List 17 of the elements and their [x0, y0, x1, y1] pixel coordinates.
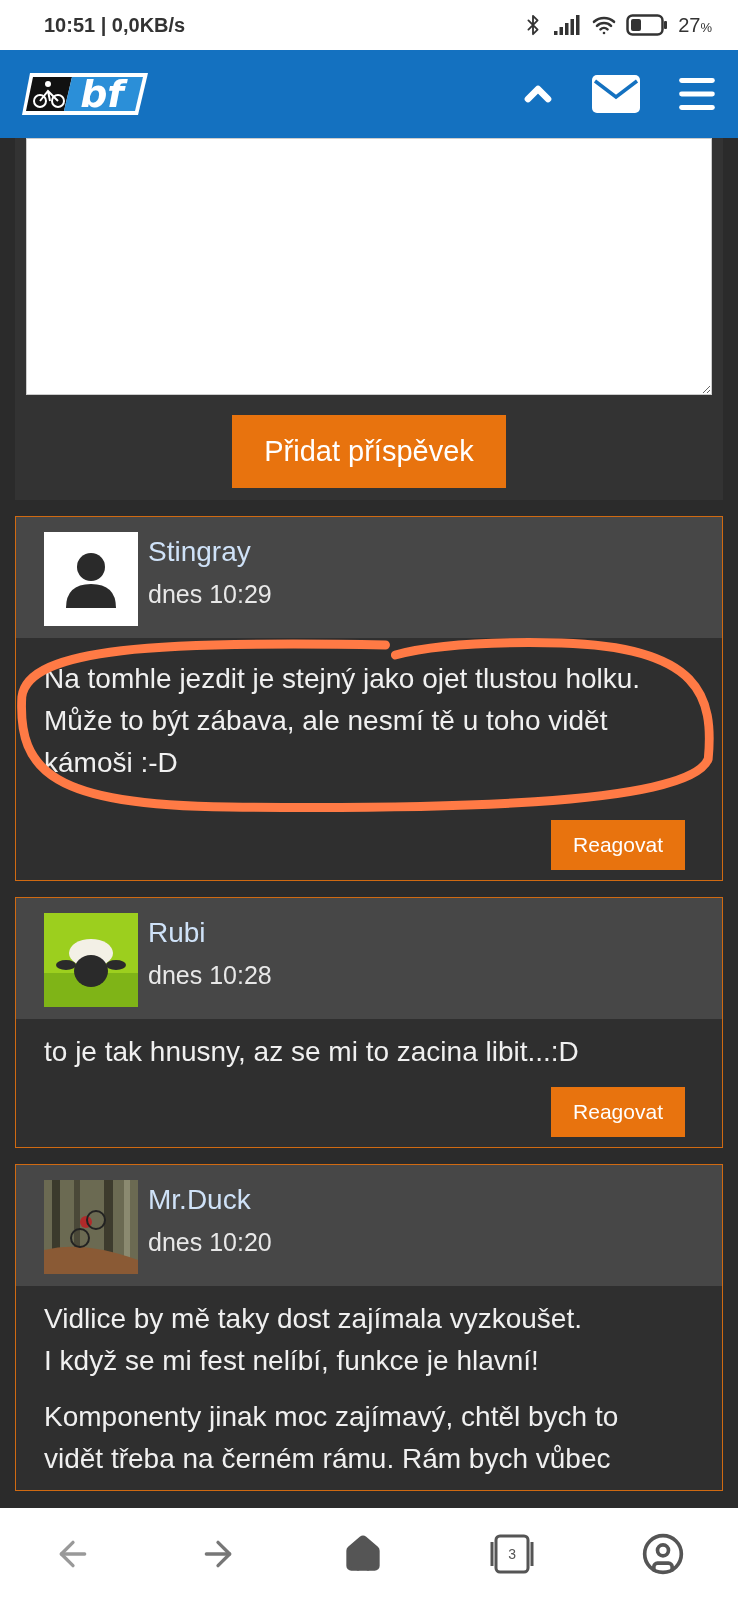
- comment-time: dnes 10:28: [148, 961, 272, 990]
- status-time: 10:51 | 0,0KB/s: [44, 13, 187, 37]
- comment-time: dnes 10:20: [148, 1228, 272, 1257]
- avatar-icon: [44, 532, 138, 626]
- comment-text: to je tak hnusny, az se mi to zacina libit...:D: [44, 1035, 580, 1069]
- author-name[interactable]: Mr.Duck: [148, 1184, 272, 1216]
- envelope-icon[interactable]: [592, 75, 640, 113]
- account-icon[interactable]: [641, 1532, 686, 1576]
- author-name[interactable]: Rubi: [148, 917, 272, 949]
- post-input-field[interactable]: [26, 138, 712, 395]
- battery-level: 27%: [678, 13, 712, 37]
- author-name[interactable]: Stingray: [148, 536, 272, 568]
- comment-text: Komponenty jinak moc zajímavý, chtěl bych to vidět třeba na černém rámu. Rám bych vůbec: [44, 1400, 620, 1476]
- comment-time: dnes 10:29: [148, 580, 272, 609]
- comment-text: Vidlice by mě taky dost zajímala vyzkoušet. I když se mi fest nelíbí, funkce je hlavní!: [44, 1302, 583, 1378]
- battery-icon: [626, 14, 669, 36]
- signal-icon: [554, 15, 583, 35]
